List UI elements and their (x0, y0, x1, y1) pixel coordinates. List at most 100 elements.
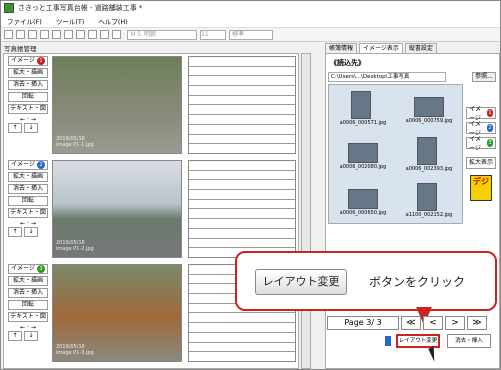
last-page-icon[interactable] (112, 30, 121, 39)
dejicame-logo[interactable]: デジ (470, 175, 492, 201)
title-bar: さきっと工事写真台帳 - 道路舗装工事 * (1, 1, 500, 15)
tab-image-view[interactable]: イメージ表示 (359, 43, 403, 53)
prev-page-button[interactable]: < (423, 316, 443, 330)
menu-help[interactable]: ヘルプ(H) (98, 16, 127, 26)
menu-bar: ファイル(F) ツール(T) ヘルプ(H) (1, 15, 500, 28)
rotate-button-3[interactable]: 回転 (8, 300, 48, 310)
thumbnail-label: a0006_002080.jpg (339, 164, 387, 170)
enlarge-button-1[interactable]: 拡大・描画 (8, 68, 48, 78)
move-arrows-1: ← · → (20, 116, 36, 123)
first-page-icon[interactable] (76, 30, 85, 39)
folder-path[interactable]: C:\Users\...\Desktop\工事写真 (328, 72, 446, 82)
new-file-icon[interactable] (4, 30, 13, 39)
down-button-1[interactable]: ↓ (24, 123, 38, 133)
notes-1[interactable] (188, 56, 296, 154)
next-page-button[interactable]: > (445, 316, 465, 330)
photo-ledger: イメージ 1 拡大・描画 消去・挿入 回転 テキスト・図 ← · → ↑ ↓ 201… (3, 53, 299, 369)
page-indicator: Page 3/ 3 (327, 316, 399, 330)
thumbnail[interactable]: a0006_000571.jpg (333, 91, 393, 133)
prev-page-icon[interactable] (88, 30, 97, 39)
instruction-callout: レイアウト変更 ボタンをクリック (235, 251, 497, 311)
thumbnail[interactable]: a0006_002080.jpg (333, 137, 393, 179)
photo-1[interactable]: 2019/05/16 image P1-1.jpg (52, 56, 182, 154)
next-page-icon[interactable] (100, 30, 109, 39)
badge-3: 3 (37, 265, 45, 273)
callout-layout-button: レイアウト変更 (255, 269, 347, 295)
enlarge-button-2[interactable]: 拡大・描画 (8, 172, 48, 182)
number-icon[interactable] (64, 30, 73, 39)
toolbar: ＭＳ 明朝 11 標準 (1, 28, 500, 42)
badge-2: 2 (486, 124, 493, 132)
image-1-button[interactable]: イメージ 1 (8, 56, 48, 66)
photo-1-file: image P1-1.jpg (56, 142, 94, 148)
rotate-button-2[interactable]: 回転 (8, 196, 48, 206)
print-icon[interactable] (40, 30, 49, 39)
down-button-2[interactable]: ↓ (24, 227, 38, 237)
open-folder-icon[interactable] (16, 30, 25, 39)
folder-heading: 《読込先》 (330, 59, 365, 67)
thumbnail-label: a0006_000571.jpg (339, 120, 387, 126)
thumbnail[interactable]: a1100_002152.jpg (399, 183, 459, 225)
text-button-3[interactable]: テキスト・図 (8, 312, 48, 322)
photo-3-file: image P1-3.jpg (56, 350, 94, 356)
notes-2[interactable] (188, 160, 296, 258)
tab-ledger-info[interactable]: 帳簿情報 (325, 43, 358, 53)
size-select[interactable]: 11 (200, 29, 226, 40)
vertical-scrollbar[interactable] (301, 53, 311, 369)
image-2-button[interactable]: イメージ 2 (8, 160, 48, 170)
text-button-1[interactable]: テキスト・図 (8, 104, 48, 114)
first-page-button[interactable]: ≪ (401, 316, 421, 330)
bottom-actions: レイアウト変更 消去・挿入 (327, 334, 499, 350)
rotate-button-1[interactable]: 回転 (8, 92, 48, 102)
style-select[interactable]: 標準 (229, 29, 273, 40)
zoom-view-button[interactable]: 拡大表示 (466, 157, 496, 169)
up-button-2[interactable]: ↑ (8, 227, 22, 237)
up-button-1[interactable]: ↑ (8, 123, 22, 133)
thumbnail[interactable]: a0006_000650.jpg (333, 183, 393, 225)
menu-file[interactable]: ファイル(F) (7, 16, 42, 26)
up-button-3[interactable]: ↑ (8, 331, 22, 341)
enlarge-button-3[interactable]: 拡大・描画 (8, 276, 48, 286)
image-2-label: イメージ (11, 161, 35, 168)
preview-icon[interactable] (52, 30, 61, 39)
image-3-label: イメージ (11, 265, 35, 272)
app-icon (4, 3, 14, 13)
clear-button-2[interactable]: 消去・挿入 (8, 184, 48, 194)
clear-button-3[interactable]: 消去・挿入 (8, 288, 48, 298)
thumbnail-grid: a0006_000571.jpg a0006_000759.jpg a0006_… (328, 84, 463, 224)
photo-3[interactable]: 2019/05/16 image P1-3.jpg (52, 264, 182, 362)
last-page-button[interactable]: ≫ (467, 316, 487, 330)
clear-button-1[interactable]: 消去・挿入 (8, 80, 48, 90)
thumbnail-label: a0006_000759.jpg (405, 118, 453, 124)
font-select[interactable]: ＭＳ 明朝 (127, 29, 197, 40)
thumbnail-label: a0006_000650.jpg (339, 210, 387, 216)
thumbnail-label: a0006_002393.jpg (405, 166, 453, 172)
side-image-1-button[interactable]: イメージ 1 (466, 106, 496, 122)
side-image-3-label: イメージ (469, 136, 482, 152)
photo-2[interactable]: 2019/05/16 image P1-2.jpg (52, 160, 182, 258)
app-window: さきっと工事写真台帳 - 道路舗装工事 * ファイル(F) ツール(T) ヘルプ… (0, 0, 501, 370)
image-3-button[interactable]: イメージ 3 (8, 264, 48, 274)
photo-2-file: image P1-2.jpg (56, 246, 94, 252)
callout-text: ボタンをクリック (369, 275, 466, 289)
browse-button[interactable]: 参照... (472, 72, 496, 82)
ledger-title: 写真帳管理 (4, 45, 37, 53)
clear-insert-button[interactable]: 消去・挿入 (447, 334, 491, 348)
move-arrows-2: ← · → (20, 220, 36, 227)
thumbnail-label: a1100_002152.jpg (405, 212, 453, 218)
save-icon[interactable] (28, 30, 37, 39)
badge-1: 1 (37, 57, 45, 65)
side-image-2-button[interactable]: イメージ 2 (466, 121, 496, 137)
thumbnail[interactable]: a0006_000759.jpg (399, 91, 459, 133)
badge-2: 2 (37, 161, 45, 169)
side-image-3-button[interactable]: イメージ 3 (466, 136, 496, 152)
badge-3: 3 (486, 139, 493, 147)
photo-block-2: イメージ 2 拡大・描画 消去・挿入 回転 テキスト・図 ← · → ↑ ↓ 201… (4, 158, 300, 261)
thumbnail[interactable]: a0006_002393.jpg (399, 137, 459, 179)
menu-tools[interactable]: ツール(T) (56, 16, 85, 26)
text-button-2[interactable]: テキスト・図 (8, 208, 48, 218)
move-arrows-3: ← · → (20, 324, 36, 331)
tab-vertical-settings[interactable]: 縦書設定 (404, 43, 437, 53)
down-button-3[interactable]: ↓ (24, 331, 38, 341)
image-1-label: イメージ (11, 57, 35, 64)
